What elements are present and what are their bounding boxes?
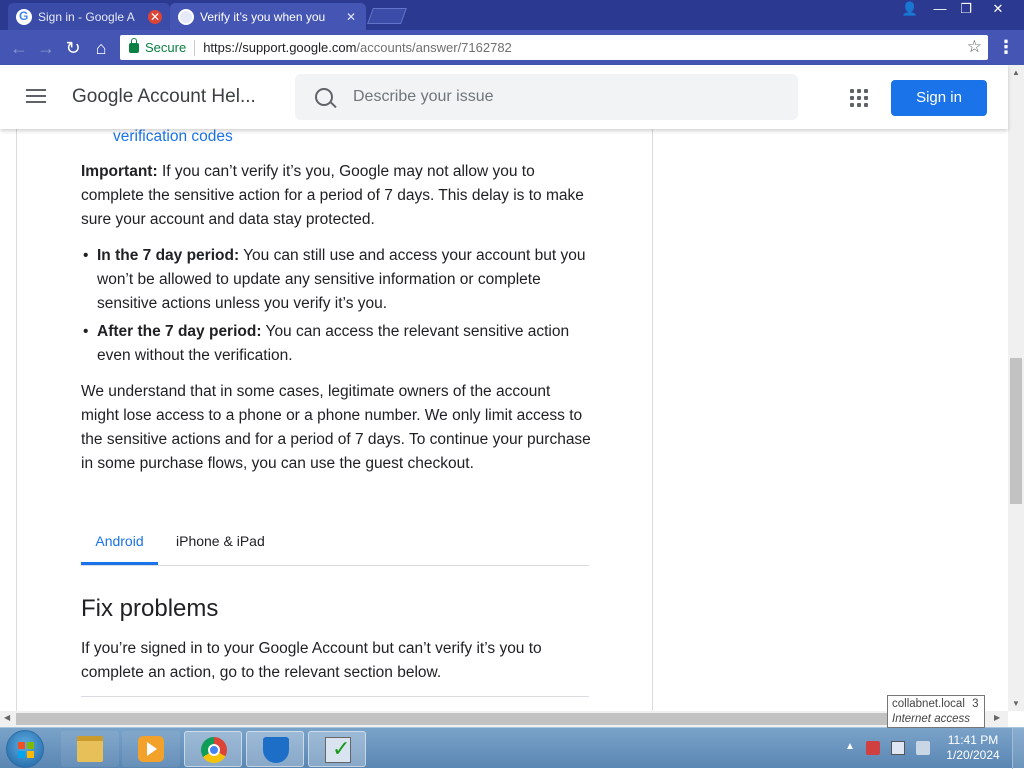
horizontal-scrollbar[interactable]: ◀ ▶	[0, 711, 1008, 727]
home-icon[interactable]: ⌂	[90, 37, 112, 59]
list-item: After the 7 day period: You can access t…	[83, 320, 591, 368]
scroll-thumb[interactable]	[16, 713, 888, 725]
network-status: Internet access	[892, 713, 970, 725]
understand-paragraph: We understand that in some cases, legiti…	[81, 383, 591, 472]
network-count: 3	[972, 698, 979, 710]
flag-alert-icon[interactable]	[866, 741, 880, 755]
platform-tabs: Android iPhone & iPad	[81, 521, 589, 566]
bullet-label: In the 7 day period:	[97, 247, 240, 264]
forward-arrow-icon[interactable]: →	[35, 37, 57, 59]
browser-tab-verify[interactable]: Verify it’s you when you ✕	[170, 3, 366, 30]
clock[interactable]: 11:41 PM 1/20/2024	[938, 733, 1008, 763]
folder-icon	[77, 736, 103, 762]
clock-time: 11:41 PM	[947, 733, 999, 747]
clock-date: 1/20/2024	[946, 748, 1000, 762]
network-tooltip: collabnet.local 3 Internet access	[887, 695, 985, 728]
content-frame: verification codes Important: If you can…	[16, 129, 653, 711]
taskbar-checklist-app[interactable]	[308, 731, 366, 767]
google-favicon-icon	[16, 8, 32, 25]
hamburger-menu-icon[interactable]	[26, 89, 46, 105]
address-bar[interactable]: Secure https://support.google.com/accoun…	[120, 35, 988, 60]
scroll-right-icon[interactable]: ▶	[994, 713, 1000, 722]
browser-toolbar: ← → ↻ ⌂ Secure https://support.google.co…	[0, 30, 1024, 65]
user-icon[interactable]: 👤	[896, 0, 924, 18]
restore-icon[interactable]: ❐	[952, 0, 980, 18]
lock-icon	[129, 37, 139, 53]
close-window-icon[interactable]: ✕	[984, 0, 1012, 18]
network-host: collabnet.local	[892, 698, 965, 710]
taskbar-chrome[interactable]	[184, 731, 242, 767]
scroll-down-icon[interactable]: ▼	[1008, 699, 1024, 708]
minimize-icon[interactable]: —	[926, 0, 954, 18]
bookmark-star-icon[interactable]: ☆	[967, 37, 982, 57]
important-label: Important:	[81, 163, 158, 180]
secure-label: Secure	[145, 40, 187, 55]
list-item: In the 7 day period: You can still use a…	[83, 244, 591, 316]
tab-iphone-ipad[interactable]: iPhone & iPad	[176, 529, 265, 565]
site-title[interactable]: Google Account Hel...	[72, 86, 256, 108]
divider	[81, 696, 589, 697]
google-apps-icon[interactable]	[850, 89, 868, 107]
section-paragraph: If you’re signed in to your Google Accou…	[81, 640, 542, 681]
browser-tab-sign-in[interactable]: Sign in - Google A ✕	[8, 3, 170, 30]
loading-favicon-icon	[178, 8, 194, 25]
close-tab-icon[interactable]: ✕	[148, 9, 162, 24]
volume-muted-icon[interactable]	[916, 741, 930, 755]
tab-title: Verify it’s you when you	[200, 9, 326, 24]
url-host: https://support.google.com	[203, 40, 357, 55]
sign-in-button[interactable]: Sign in	[891, 80, 987, 116]
vertical-scrollbar[interactable]: ▲ ▼	[1008, 65, 1024, 711]
taskbar-explorer[interactable]	[61, 731, 119, 767]
search-bar[interactable]	[295, 74, 798, 120]
shield-icon	[263, 737, 289, 763]
checklist-icon	[325, 736, 351, 763]
scroll-up-icon[interactable]: ▲	[1008, 68, 1024, 77]
search-input[interactable]	[353, 88, 753, 106]
show-desktop-button[interactable]	[1012, 728, 1024, 769]
back-arrow-icon[interactable]: ←	[8, 37, 30, 59]
close-tab-icon[interactable]: ✕	[344, 10, 358, 24]
scroll-thumb[interactable]	[1010, 358, 1022, 504]
taskbar-shield-app[interactable]	[246, 731, 304, 767]
site-header: Google Account Hel... Sign in	[0, 65, 1008, 129]
show-hidden-icons-icon[interactable]: ▲	[845, 741, 859, 755]
tab-strip: Sign in - Google A ✕ Verify it’s you whe…	[0, 0, 1024, 30]
bullet-label: After the 7 day period:	[97, 323, 262, 340]
tab-android[interactable]: Android	[81, 529, 158, 565]
windows-logo-icon	[18, 742, 34, 758]
media-player-icon	[138, 736, 164, 762]
search-icon[interactable]	[315, 88, 333, 106]
tab-title: Sign in - Google A	[38, 9, 135, 24]
browser-menu-icon[interactable]: ⋮	[996, 37, 1016, 59]
start-button[interactable]	[6, 730, 44, 768]
important-paragraph: Important: If you can’t verify it’s you,…	[81, 160, 591, 232]
reload-icon[interactable]: ↻	[62, 37, 84, 59]
taskbar: ▲ 11:41 PM 1/20/2024	[0, 727, 1024, 769]
chrome-icon	[201, 737, 227, 763]
divider	[194, 39, 196, 56]
network-icon[interactable]	[891, 741, 905, 755]
scroll-left-icon[interactable]: ◀	[4, 713, 10, 722]
taskbar-media-player[interactable]	[122, 731, 180, 767]
url-path: /accounts/answer/7162782	[356, 40, 512, 55]
section-heading: Fix problems	[81, 595, 219, 622]
new-tab-button[interactable]	[367, 8, 407, 24]
verification-codes-link[interactable]: verification codes	[113, 129, 233, 149]
